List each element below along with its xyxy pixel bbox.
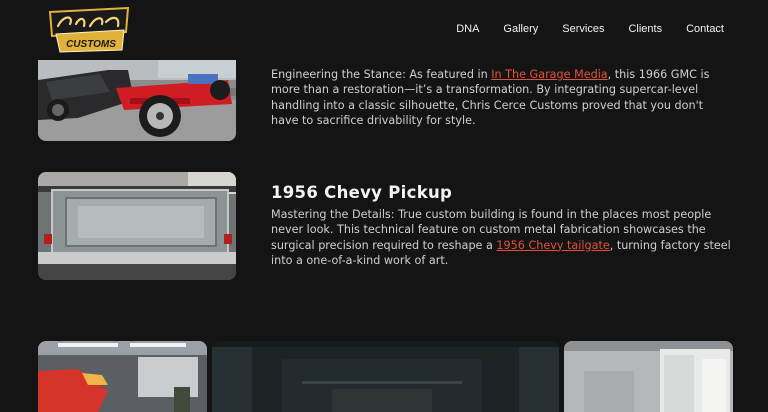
svg-text:CUSTOMS: CUSTOMS xyxy=(66,39,116,50)
link-1956-chevy-tailgate[interactable]: 1956 Chevy tailgate xyxy=(496,239,609,252)
nav-contact[interactable]: Contact xyxy=(686,23,724,35)
feature-chevy-title: 1956 Chevy Pickup xyxy=(271,183,453,202)
feature-image-chevy-tailgate xyxy=(38,172,236,280)
main-nav: DNA Gallery Services Clients Contact xyxy=(456,23,724,35)
shop-photo-2 xyxy=(212,341,559,412)
nav-clients[interactable]: Clients xyxy=(628,23,662,35)
feature-gmc-text-a: Engineering the Stance: As featured in xyxy=(271,68,492,81)
nav-dna[interactable]: DNA xyxy=(456,23,479,35)
page: CUSTOMS DNA Gallery Services Clients Con… xyxy=(0,0,768,412)
brand-logo[interactable]: CUSTOMS xyxy=(46,6,132,54)
gallery-image-1[interactable] xyxy=(38,341,207,412)
feature-gmc-description: Engineering the Stance: As featured in I… xyxy=(271,67,731,128)
link-in-the-garage-media[interactable]: In The Garage Media xyxy=(491,68,607,81)
gallery-image-3[interactable] xyxy=(564,341,733,412)
feature-chevy-description: Mastering the Details: True custom build… xyxy=(271,207,731,268)
shop-photo-3 xyxy=(564,341,733,412)
nav-services[interactable]: Services xyxy=(562,23,604,35)
nav-gallery[interactable]: Gallery xyxy=(503,23,538,35)
gallery-image-2[interactable] xyxy=(212,341,559,412)
shop-photo-1 xyxy=(38,341,207,412)
logo-graphic: CUSTOMS xyxy=(48,6,130,53)
tailgate-photo xyxy=(38,172,236,280)
site-header: CUSTOMS DNA Gallery Services Clients Con… xyxy=(0,0,768,60)
